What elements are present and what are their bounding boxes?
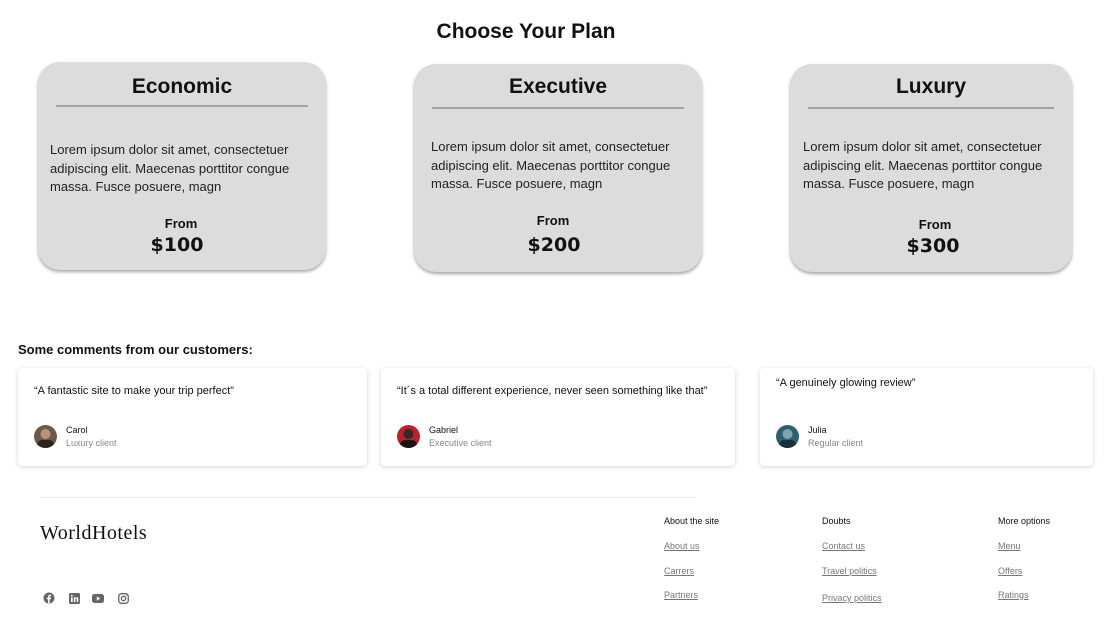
instagram-icon[interactable]	[116, 591, 130, 605]
footer-link-contact-us[interactable]: Contact us	[822, 541, 865, 551]
footer-column-title-doubts: Doubts	[822, 516, 851, 526]
footer-link-privacy-politics[interactable]: Privacy politics	[822, 593, 882, 603]
comment-quote: “It´s a total different experience, neve…	[397, 385, 708, 397]
youtube-icon[interactable]	[91, 591, 105, 605]
plan-description: Lorem ipsum dolor sit amet, consectetuer…	[431, 139, 671, 191]
plan-card-economic[interactable]: Economic Lorem ipsum dolor sit amet, con…	[38, 62, 326, 270]
comment-card: “A fantastic site to make your trip perf…	[18, 368, 367, 466]
comment-author-name: Julia	[808, 425, 827, 435]
plan-from-label: From	[164, 216, 198, 231]
linkedin-icon[interactable]	[67, 591, 81, 605]
comments-heading: Some comments from our customers:	[18, 342, 253, 357]
footer-link-menu[interactable]: Menu	[998, 541, 1021, 551]
plan-description: Lorem ipsum dolor sit amet, consectetuer…	[50, 142, 290, 194]
footer-divider	[40, 497, 696, 498]
plan-from-label: From	[918, 217, 952, 232]
comment-author-role: Regular client	[808, 438, 864, 448]
plan-card-executive[interactable]: Executive Lorem ipsum dolor sit amet, co…	[414, 64, 702, 272]
plan-name: Economic	[131, 75, 233, 98]
brand-logo[interactable]: WorldHotels	[40, 522, 147, 545]
footer-link-ratings[interactable]: Ratings	[998, 590, 1029, 600]
plan-name: Luxury	[895, 75, 966, 98]
plan-price: $100	[150, 234, 204, 256]
footer-column-title-about: About the site	[664, 516, 720, 526]
avatar	[34, 425, 57, 448]
plan-name: Executive	[508, 75, 608, 98]
avatar	[776, 425, 799, 448]
comment-author-name: Gabriel	[429, 425, 459, 435]
comment-card: “A genuinely glowing review” Julia Regul…	[760, 368, 1093, 466]
comment-quote: “A fantastic site to make your trip perf…	[34, 385, 234, 397]
comment-author-role: Luxury client	[66, 438, 117, 448]
plan-from-label: From	[536, 213, 570, 228]
footer-link-careers[interactable]: Carrers	[664, 566, 694, 576]
avatar	[397, 425, 420, 448]
plan-divider	[808, 107, 1054, 109]
comment-quote: “A genuinely glowing review”	[776, 377, 916, 389]
page-title: Choose Your Plan	[436, 20, 616, 43]
footer-link-partners[interactable]: Partners	[664, 590, 698, 600]
footer-link-about-us[interactable]: About us	[664, 541, 700, 551]
plan-divider	[56, 105, 308, 107]
footer-column-title-more-options: More options	[998, 516, 1051, 526]
plan-price: $300	[906, 235, 960, 257]
plan-description: Lorem ipsum dolor sit amet, consectetuer…	[803, 139, 1043, 191]
plan-divider	[432, 107, 684, 109]
footer-link-offers[interactable]: Offers	[998, 566, 1022, 576]
plan-card-luxury[interactable]: Luxury Lorem ipsum dolor sit amet, conse…	[790, 64, 1072, 272]
plan-price: $200	[527, 234, 581, 256]
comment-card: “It´s a total different experience, neve…	[381, 368, 735, 466]
footer-link-travel-politics[interactable]: Travel politics	[822, 566, 877, 576]
comment-author-role: Executive client	[429, 438, 492, 448]
comment-author-name: Carol	[66, 425, 88, 435]
facebook-icon[interactable]	[42, 591, 56, 605]
